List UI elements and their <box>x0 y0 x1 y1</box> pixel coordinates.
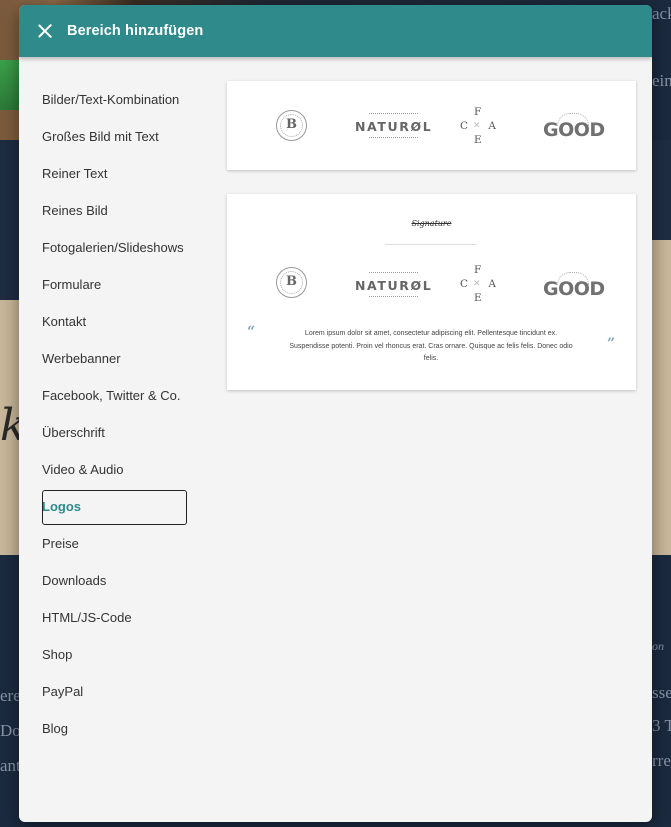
category-preise[interactable]: Preise <box>19 525 219 562</box>
category-video-audio[interactable]: Video & Audio <box>19 451 219 488</box>
dialog-body: Bilder/Text-Kombination Großes Bild mit T… <box>19 57 652 822</box>
category-label: Werbebanner <box>42 351 121 366</box>
dialog-title: Bereich hinzufügen <box>67 23 204 39</box>
category-label: Formulare <box>42 277 102 292</box>
add-section-dialog: Bereich hinzufügen Bilder/Text-Kombinati… <box>19 5 652 822</box>
category-label: Fotogalerien/Slideshows <box>42 240 184 255</box>
category-label: Shop <box>42 647 73 662</box>
logos-template-preview-1[interactable]: B NATURØL FC ✕ A E GOOD <box>227 81 636 170</box>
category-paypal[interactable]: PayPal <box>19 673 219 710</box>
naturol-logo: NATURØL <box>355 272 433 297</box>
category-label: Überschrift <box>42 425 105 440</box>
category-kontakt[interactable]: Kontakt <box>19 303 219 340</box>
logos-template-preview-2[interactable]: Signature B NATURØL FC ✕ A E GOOD “ Lorem… <box>227 194 636 390</box>
category-label: Reines Bild <box>42 203 108 218</box>
category-label: HTML/JS-Code <box>42 610 132 625</box>
category-label: Facebook, Twitter & Co. <box>42 388 181 403</box>
category-blog[interactable]: Blog <box>19 710 219 747</box>
cafe-logo: FC ✕ A E <box>460 264 496 304</box>
good-logo: GOOD <box>543 113 605 141</box>
background-text: 3 Te <box>652 716 671 735</box>
category-werbebanner[interactable]: Werbebanner <box>19 340 219 377</box>
category-großes-bild-mit-text[interactable]: Großes Bild mit Text <box>19 118 219 155</box>
category-label: Großes Bild mit Text <box>42 129 159 144</box>
good-logo: GOOD <box>543 272 605 300</box>
background-text: ein <box>652 71 671 90</box>
category-label: Blog <box>42 721 69 736</box>
category-label: Video & Audio <box>42 462 124 477</box>
dialog-header: Bereich hinzufügen <box>19 5 652 57</box>
section-category-list: Bilder/Text-Kombination Großes Bild mit T… <box>19 81 219 747</box>
category-shop[interactable]: Shop <box>19 636 219 673</box>
divider <box>385 244 477 245</box>
quote-text: Lorem ipsum dolor sit amet, consectetur … <box>289 330 573 362</box>
category-reines-bild[interactable]: Reines Bild <box>19 192 219 229</box>
category-reiner-text[interactable]: Reiner Text <box>19 155 219 192</box>
background-text: Do <box>0 721 21 740</box>
background-text: rre <box>652 751 671 770</box>
category-bilder-text-kombination[interactable]: Bilder/Text-Kombination <box>19 81 219 118</box>
background-text: ant <box>0 756 21 775</box>
category-überschrift[interactable]: Überschrift <box>19 414 219 451</box>
quote-open-icon: “ <box>247 324 256 340</box>
background-text: ere <box>0 686 21 705</box>
background-text: ack <box>652 4 671 23</box>
category-logos[interactable]: Logos <box>19 488 219 525</box>
b-logo-icon: B <box>276 267 307 298</box>
category-label: PayPal <box>42 684 84 699</box>
category-fotogalerien-slideshows[interactable]: Fotogalerien/Slideshows <box>19 229 219 266</box>
signature-text: Signature <box>411 219 452 228</box>
category-label: Logos <box>42 499 81 514</box>
cafe-logo: FC ✕ A E <box>460 106 496 146</box>
close-icon[interactable] <box>34 20 56 42</box>
quote-close-icon: ” <box>607 336 616 352</box>
category-label: Preise <box>42 536 79 551</box>
category-downloads[interactable]: Downloads <box>19 562 219 599</box>
category-label: Downloads <box>42 573 107 588</box>
category-formulare[interactable]: Formulare <box>19 266 219 303</box>
category-label: Reiner Text <box>42 166 108 181</box>
naturol-logo: NATURØL <box>355 113 433 138</box>
category-facebook-twitter-co[interactable]: Facebook, Twitter & Co. <box>19 377 219 414</box>
category-html-js-code[interactable]: HTML/JS-Code <box>19 599 219 636</box>
b-logo-icon: B <box>276 110 307 141</box>
category-label: Kontakt <box>42 314 87 329</box>
background-text: on <box>652 639 664 653</box>
category-label: Bilder/Text-Kombination <box>42 92 180 107</box>
background-text: sse <box>652 683 671 702</box>
